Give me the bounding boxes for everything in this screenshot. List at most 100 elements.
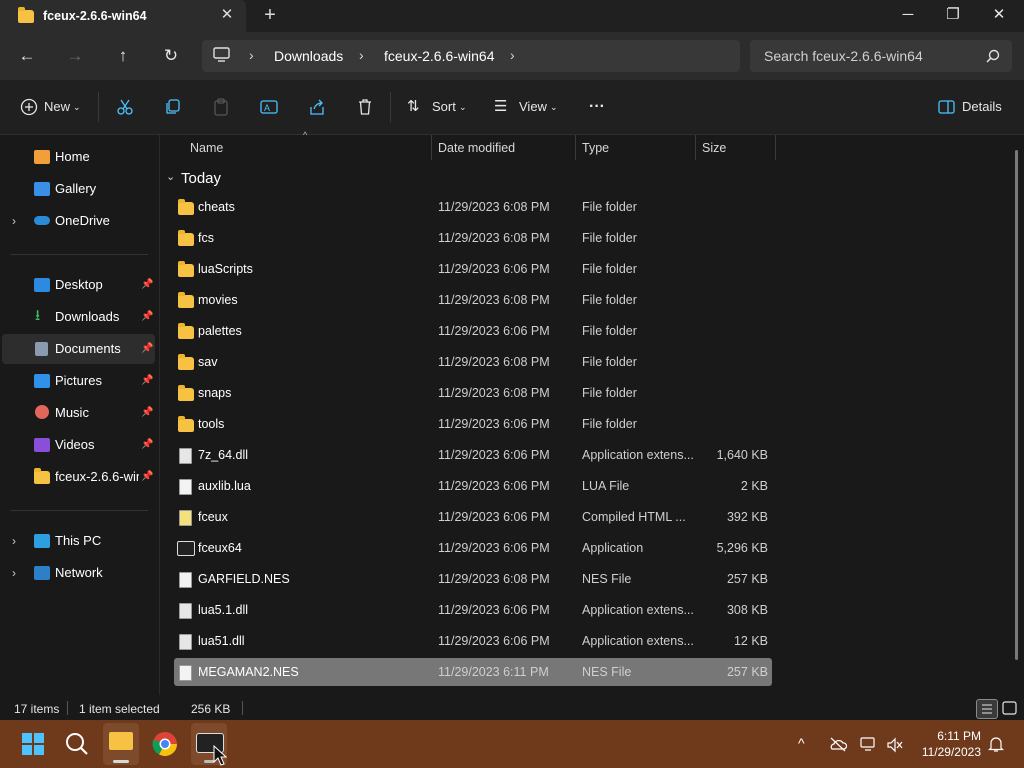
file-row[interactable]: MEGAMAN2.NES 11/29/2023 6:11 PM NES File 25… — [174, 658, 772, 686]
column-divider[interactable] — [695, 135, 696, 160]
videos-icon — [34, 438, 50, 452]
pin-icon[interactable]: 📌 — [141, 279, 153, 290]
nav-item-fceux-folder[interactable]: fceux-2.6.6-win64 📌 — [2, 462, 155, 492]
column-divider[interactable] — [431, 135, 432, 160]
paste-icon[interactable] — [212, 98, 230, 116]
file-row[interactable]: 7z_64.dll 11/29/2023 6:06 PM Application e… — [174, 441, 772, 469]
onedrive-tray-icon[interactable] — [829, 736, 847, 752]
nav-item-this-pc[interactable]: › This PC — [2, 526, 155, 556]
back-button[interactable]: ← — [15, 44, 39, 68]
file-row[interactable]: snaps 11/29/2023 6:08 PM File folder — [174, 379, 772, 407]
collapse-group-icon[interactable]: ⌄ — [166, 170, 175, 183]
search-icon[interactable] — [986, 49, 1000, 63]
pin-icon[interactable]: 📌 — [141, 439, 153, 450]
tray-overflow-icon[interactable]: ^ — [798, 735, 805, 751]
volume-muted-icon[interactable] — [886, 737, 904, 753]
nav-item-onedrive[interactable]: › OneDrive — [2, 206, 155, 236]
file-explorer-taskbar-button[interactable] — [103, 723, 139, 765]
file-row[interactable]: lua51.dll 11/29/2023 6:06 PM Application e… — [174, 627, 772, 655]
file-row[interactable]: fceux 11/29/2023 6:06 PM Compiled HTML ...… — [174, 503, 772, 531]
nav-divider — [10, 510, 148, 511]
details-view-toggle[interactable] — [976, 699, 998, 719]
file-row[interactable]: movies 11/29/2023 6:08 PM File folder — [174, 286, 772, 314]
column-divider[interactable] — [575, 135, 576, 160]
column-header-name[interactable]: Name — [190, 141, 223, 155]
breadcrumb-separator: › — [249, 47, 254, 63]
nav-label-this-pc: This PC — [55, 533, 102, 548]
minimize-button[interactable]: ─ — [885, 0, 931, 32]
rename-icon[interactable]: A — [260, 98, 278, 116]
file-date-modified: 11/29/2023 6:08 PM — [438, 355, 550, 369]
new-tab-button[interactable]: + — [260, 5, 280, 25]
more-options-button[interactable]: ··· — [589, 96, 605, 118]
network-tray-icon[interactable] — [860, 736, 878, 752]
pin-icon[interactable]: 📌 — [141, 375, 153, 386]
chrome-icon[interactable] — [151, 730, 179, 758]
vertical-scrollbar[interactable] — [1015, 150, 1018, 660]
file-date-modified: 11/29/2023 6:08 PM — [438, 293, 550, 307]
folder-icon — [178, 323, 194, 339]
chevron-right-icon[interactable]: › — [12, 534, 16, 548]
new-button[interactable]: New — [44, 96, 70, 118]
view-button[interactable]: View — [519, 96, 547, 118]
group-header-today[interactable]: Today — [181, 170, 221, 187]
refresh-button[interactable]: ↻ — [159, 44, 183, 68]
search-input[interactable]: Search fceux-2.6.6-win64 — [764, 48, 923, 64]
notification-bell-icon[interactable] — [988, 735, 1004, 753]
column-header-date[interactable]: Date modified — [438, 141, 515, 155]
file-row[interactable]: GARFIELD.NES 11/29/2023 6:08 PM NES File 25… — [174, 565, 772, 593]
nav-item-pictures[interactable]: Pictures 📌 — [2, 366, 155, 396]
nav-item-downloads[interactable]: ⭳ Downloads 📌 — [2, 302, 155, 332]
file-row[interactable]: palettes 11/29/2023 6:06 PM File folder — [174, 317, 772, 345]
sort-button[interactable]: Sort — [432, 96, 456, 118]
file-row[interactable]: auxlib.lua 11/29/2023 6:06 PM LUA File 2 KB — [174, 472, 772, 500]
file-type: File folder — [582, 417, 637, 431]
tiles-view-icon[interactable] — [1002, 701, 1018, 715]
delete-icon[interactable] — [356, 98, 374, 116]
clock-time[interactable]: 6:11 PM — [905, 729, 981, 743]
maximize-button[interactable]: ❐ — [930, 0, 976, 32]
breadcrumb-downloads[interactable]: Downloads — [274, 48, 343, 64]
breadcrumb-separator[interactable]: › — [510, 47, 515, 63]
file-row[interactable]: cheats 11/29/2023 6:08 PM File folder — [174, 193, 772, 221]
file-row[interactable]: fceux64 11/29/2023 6:06 PM Application 5,29… — [174, 534, 772, 562]
nav-item-music[interactable]: Music 📌 — [2, 398, 155, 428]
tab-close-icon[interactable]: ✕ — [218, 6, 236, 24]
nav-item-network[interactable]: › Network — [2, 558, 155, 588]
close-window-button[interactable]: ✕ — [976, 0, 1022, 32]
file-row[interactable]: tools 11/29/2023 6:06 PM File folder — [174, 410, 772, 438]
forward-button[interactable]: → — [63, 44, 87, 68]
nav-label-fceux-folder: fceux-2.6.6-win64 — [55, 469, 139, 484]
command-bar — [0, 80, 1024, 135]
details-button[interactable]: Details — [962, 96, 1002, 118]
pin-icon[interactable]: 📌 — [141, 471, 153, 482]
breadcrumb-fceux[interactable]: fceux-2.6.6-win64 — [384, 48, 495, 64]
chevron-right-icon[interactable]: › — [12, 566, 16, 580]
status-divider — [242, 701, 243, 715]
search-taskbar-icon[interactable] — [63, 730, 91, 758]
start-windows-icon[interactable] — [19, 730, 47, 758]
clock-date[interactable]: 11/29/2023 — [905, 745, 981, 759]
nav-item-gallery[interactable]: Gallery — [2, 174, 155, 204]
file-row[interactable]: fcs 11/29/2023 6:08 PM File folder — [174, 224, 772, 252]
nav-item-documents[interactable]: Documents 📌 — [2, 334, 155, 364]
file-row[interactable]: lua5.1.dll 11/29/2023 6:06 PM Application … — [174, 596, 772, 624]
file-icon — [179, 572, 192, 588]
up-button[interactable]: ↑ — [111, 44, 135, 68]
column-header-type[interactable]: Type — [582, 141, 609, 155]
chevron-right-icon[interactable]: › — [12, 214, 16, 228]
pin-icon[interactable]: 📌 — [141, 343, 153, 354]
cut-icon[interactable] — [116, 98, 134, 116]
column-divider[interactable] — [775, 135, 776, 160]
share-icon[interactable] — [308, 98, 326, 116]
pin-icon[interactable]: 📌 — [141, 407, 153, 418]
nav-item-videos[interactable]: Videos 📌 — [2, 430, 155, 460]
nav-item-desktop[interactable]: Desktop 📌 — [2, 270, 155, 300]
file-row[interactable]: sav 11/29/2023 6:08 PM File folder — [174, 348, 772, 376]
file-row[interactable]: luaScripts 11/29/2023 6:06 PM File folder — [174, 255, 772, 283]
copy-icon[interactable] — [164, 98, 182, 116]
pin-icon[interactable]: 📌 — [141, 311, 153, 322]
file-name: sav — [198, 355, 218, 369]
column-header-size[interactable]: Size — [702, 141, 726, 155]
nav-item-home[interactable]: Home — [2, 142, 155, 172]
